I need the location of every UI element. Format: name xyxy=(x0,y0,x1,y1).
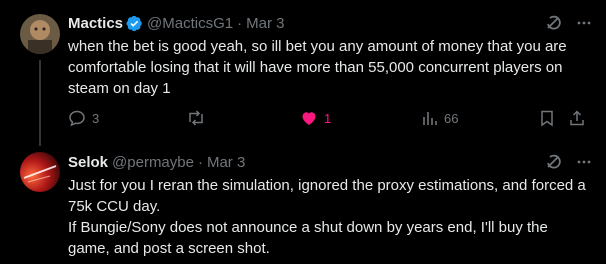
retweet-icon xyxy=(189,110,203,126)
header-icons xyxy=(544,14,592,32)
like-icon xyxy=(302,112,316,125)
header-icons xyxy=(544,153,592,171)
retweet-button[interactable] xyxy=(186,109,206,127)
display-name[interactable]: Mactics xyxy=(68,15,123,32)
like-count: 1 xyxy=(324,110,332,126)
avatar[interactable] xyxy=(20,152,60,192)
tweet-selok[interactable]: Selok @permaybe · Mar 3 Just for you I r… xyxy=(0,146,606,264)
tweet-content: Mactics @MacticsG1 · Mar 3 when the bet … xyxy=(68,12,592,99)
tweet-header: Mactics @MacticsG1 · Mar 3 xyxy=(68,12,592,34)
tweet-date[interactable]: Mar 3 xyxy=(246,15,284,32)
views-button[interactable]: 66 xyxy=(420,109,458,127)
reply-button[interactable]: 3 xyxy=(68,109,99,127)
display-name[interactable]: Selok xyxy=(68,154,108,171)
tweet-text: when the bet is good yeah, so ill bet yo… xyxy=(68,38,567,97)
views-icon xyxy=(423,112,437,125)
tweet-actions: 3 1 66 xyxy=(68,109,588,129)
tweet-date[interactable]: Mar 3 xyxy=(207,154,245,171)
bookmark-button[interactable] xyxy=(538,109,556,127)
tweet-content: Selok @permaybe · Mar 3 Just for you I r… xyxy=(68,151,592,259)
avatar[interactable] xyxy=(20,14,60,54)
like-button[interactable]: 1 xyxy=(300,109,331,127)
share-button[interactable] xyxy=(568,109,586,127)
tweet-text-line: Just for you I reran the simulation, ign… xyxy=(68,177,586,215)
tweet-text: Just for you I reran the simulation, ign… xyxy=(68,175,592,259)
separator-dot: · xyxy=(197,153,203,171)
reply-icon xyxy=(69,110,85,127)
grok-icon[interactable] xyxy=(544,153,562,171)
views-count: 66 xyxy=(444,110,459,126)
reply-count: 3 xyxy=(92,110,100,126)
handle[interactable]: @permaybe xyxy=(112,154,194,171)
tweet-header: Selok @permaybe · Mar 3 xyxy=(68,151,592,173)
bookmark-icon xyxy=(541,110,553,127)
share-icon xyxy=(570,110,584,126)
handle[interactable]: @MacticsG1 xyxy=(147,15,233,32)
tweet-text-line: If Bungie/Sony does not announce a shut … xyxy=(68,219,548,257)
thread-line xyxy=(39,60,41,146)
grok-icon[interactable] xyxy=(544,14,562,32)
tweet-mactics[interactable]: Mactics @MacticsG1 · Mar 3 when the bet … xyxy=(0,0,606,146)
verified-badge-icon xyxy=(126,15,143,32)
more-icon[interactable] xyxy=(576,154,592,170)
more-icon[interactable] xyxy=(576,15,592,31)
separator-dot: · xyxy=(237,14,243,32)
